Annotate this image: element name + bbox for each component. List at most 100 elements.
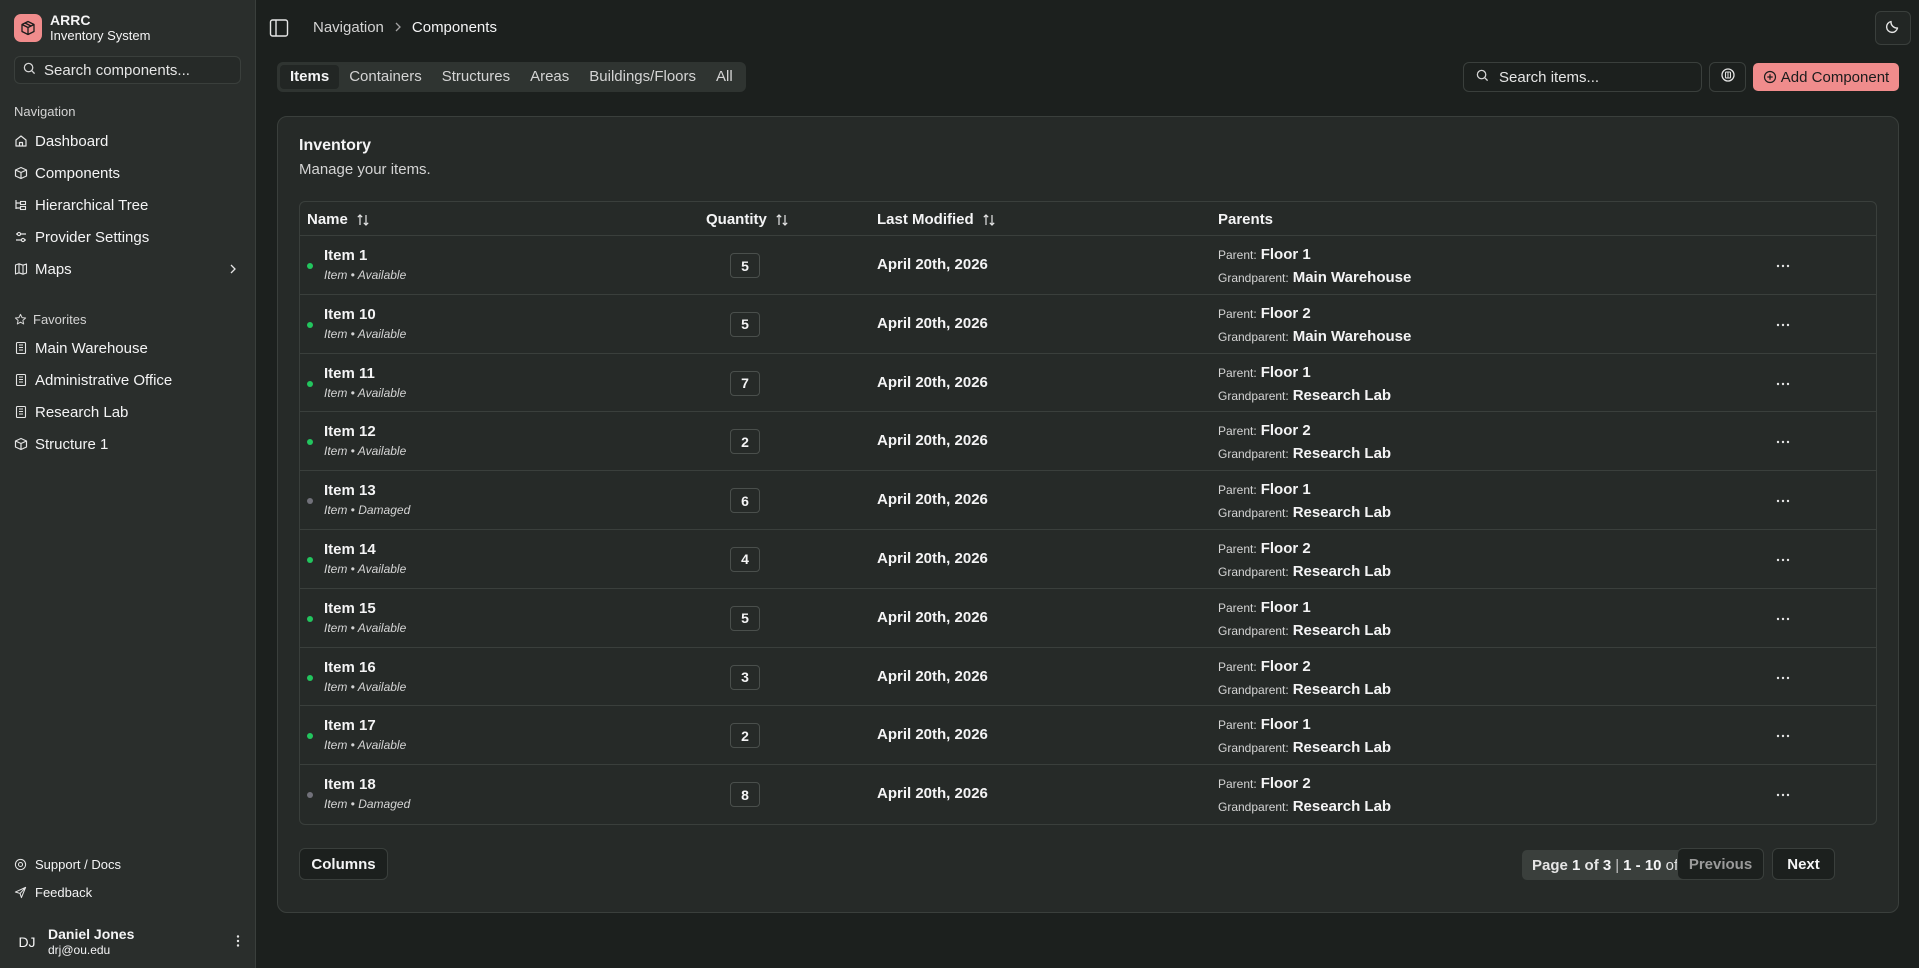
grandparent-value[interactable]: Research Lab	[1293, 504, 1391, 521]
favorite-item-main-warehouse[interactable]: Main Warehouse	[0, 332, 256, 364]
item-name[interactable]: Item 10	[324, 306, 376, 323]
parent-value[interactable]: Floor 2	[1261, 775, 1311, 792]
parent-value[interactable]: Floor 2	[1261, 658, 1311, 675]
favorite-item-administrative-office[interactable]: Administrative Office	[0, 364, 256, 396]
parent-value[interactable]: Floor 1	[1261, 716, 1311, 733]
sidebar-item-components[interactable]: Components	[0, 157, 256, 189]
sidebar-toggle-icon[interactable]	[269, 18, 289, 38]
table-row[interactable]: Item 13 Item • Damaged 6 April 20th, 202…	[300, 471, 1876, 530]
table-row[interactable]: Item 17 Item • Available 2 April 20th, 2…	[300, 706, 1876, 766]
grandparent-value[interactable]: Research Lab	[1293, 563, 1391, 580]
more-horizontal-icon[interactable]	[1773, 668, 1793, 688]
item-name[interactable]: Item 12	[324, 423, 376, 440]
grandparent-value[interactable]: Research Lab	[1293, 622, 1391, 639]
brand[interactable]: ARRC Inventory System	[14, 12, 150, 44]
parent-info: Parent: Floor 2	[1218, 657, 1311, 677]
column-quantity-header[interactable]: Quantity	[706, 211, 789, 228]
feedback-link[interactable]: Feedback	[0, 878, 256, 906]
columns-button[interactable]: Columns	[299, 848, 388, 880]
item-name[interactable]: Item 17	[324, 717, 376, 734]
sliders-icon	[14, 230, 28, 244]
items-search-input[interactable]	[1499, 68, 1689, 86]
item-name[interactable]: Item 16	[324, 659, 376, 676]
item-type: Item	[324, 797, 348, 812]
more-horizontal-icon[interactable]	[1773, 432, 1793, 452]
grandparent-value[interactable]: Research Lab	[1293, 445, 1391, 462]
table-row[interactable]: Item 10 Item • Available 5 April 20th, 2…	[300, 295, 1876, 354]
inventory-table: Name Quantity Last Modified Parents Item…	[299, 201, 1877, 825]
page-total: 3	[1602, 856, 1612, 874]
more-horizontal-icon[interactable]	[1773, 609, 1793, 629]
item-name[interactable]: Item 1	[324, 247, 367, 264]
sidebar-item-maps[interactable]: Maps	[0, 253, 256, 285]
grandparent-value[interactable]: Research Lab	[1293, 798, 1391, 815]
last-modified: April 20th, 2026	[877, 491, 988, 509]
breadcrumb-navigation[interactable]: Navigation	[313, 19, 384, 36]
parent-value[interactable]: Floor 2	[1261, 540, 1311, 557]
inventory-card: Inventory Manage your items. Name Quanti…	[277, 116, 1899, 913]
table-row[interactable]: Item 16 Item • Available 3 April 20th, 2…	[300, 648, 1876, 707]
more-horizontal-icon[interactable]	[1773, 256, 1793, 276]
grandparent-value[interactable]: Research Lab	[1293, 739, 1391, 756]
parent-value[interactable]: Floor 1	[1261, 599, 1311, 616]
table-row[interactable]: Item 15 Item • Available 5 April 20th, 2…	[300, 589, 1876, 648]
next-button[interactable]: Next	[1772, 848, 1835, 880]
table-row[interactable]: Item 12 Item • Available 2 April 20th, 2…	[300, 412, 1876, 472]
page-prefix: Page	[1532, 856, 1568, 874]
grandparent-value[interactable]: Research Lab	[1293, 681, 1391, 698]
favorite-item-structure-1[interactable]: Structure 1	[0, 428, 256, 460]
add-component-button[interactable]: Add Component	[1753, 63, 1899, 91]
grandparent-info: Grandparent: Research Lab	[1218, 562, 1391, 582]
item-name[interactable]: Item 11	[324, 365, 375, 382]
brand-title: ARRC	[50, 12, 91, 28]
sidebar-item-provider-settings[interactable]: Provider Settings	[0, 221, 256, 253]
item-name[interactable]: Item 18	[324, 776, 376, 793]
send-icon	[14, 885, 28, 899]
more-horizontal-icon[interactable]	[1773, 315, 1793, 335]
more-vertical-icon[interactable]	[236, 934, 240, 952]
parent-value[interactable]: Floor 1	[1261, 481, 1311, 498]
tab-containers[interactable]: Containers	[339, 65, 432, 89]
parent-value[interactable]: Floor 1	[1261, 246, 1311, 263]
column-name-header[interactable]: Name	[307, 211, 370, 228]
grandparent-value[interactable]: Main Warehouse	[1293, 269, 1412, 286]
table-row[interactable]: Item 18 Item • Damaged 8 April 20th, 202…	[300, 765, 1876, 824]
more-horizontal-icon[interactable]	[1773, 785, 1793, 805]
item-name[interactable]: Item 13	[324, 482, 376, 499]
previous-button[interactable]: Previous	[1677, 848, 1764, 880]
parent-value[interactable]: Floor 2	[1261, 422, 1311, 439]
more-horizontal-icon[interactable]	[1773, 550, 1793, 570]
scan-button[interactable]	[1709, 62, 1746, 92]
tab-buildings-floors[interactable]: Buildings/Floors	[579, 65, 706, 89]
parent-value[interactable]: Floor 1	[1261, 364, 1311, 381]
more-horizontal-icon[interactable]	[1773, 374, 1793, 394]
favorite-item-research-lab[interactable]: Research Lab	[0, 396, 256, 428]
theme-toggle-button[interactable]	[1875, 11, 1911, 45]
tab-all[interactable]: All	[706, 65, 743, 89]
home-icon	[14, 134, 28, 148]
table-row[interactable]: Item 11 Item • Available 7 April 20th, 2…	[300, 354, 1876, 413]
grandparent-label: Grandparent:	[1218, 682, 1289, 697]
sidebar-item-label: Hierarchical Tree	[35, 196, 149, 214]
grandparent-value[interactable]: Research Lab	[1293, 387, 1391, 404]
last-modified: April 20th, 2026	[877, 549, 988, 567]
support-docs-link[interactable]: Support / Docs	[0, 850, 256, 878]
sidebar-search-input[interactable]	[44, 61, 234, 79]
tab-structures[interactable]: Structures	[432, 65, 520, 89]
column-modified-header[interactable]: Last Modified	[877, 211, 996, 228]
parent-value[interactable]: Floor 2	[1261, 305, 1311, 322]
more-horizontal-icon[interactable]	[1773, 726, 1793, 746]
table-header: Name Quantity Last Modified Parents	[300, 202, 1876, 236]
sidebar-item-hierarchical-tree[interactable]: Hierarchical Tree	[0, 189, 256, 221]
table-row[interactable]: Item 1 Item • Available 5 April 20th, 20…	[300, 236, 1876, 295]
column-name-label: Name	[307, 211, 348, 228]
sidebar-item-dashboard[interactable]: Dashboard	[0, 125, 256, 157]
item-name[interactable]: Item 15	[324, 600, 376, 617]
grandparent-value[interactable]: Main Warehouse	[1293, 328, 1412, 345]
item-name[interactable]: Item 14	[324, 541, 376, 558]
table-row[interactable]: Item 14 Item • Available 4 April 20th, 2…	[300, 530, 1876, 589]
tab-areas[interactable]: Areas	[520, 65, 579, 89]
more-horizontal-icon[interactable]	[1773, 491, 1793, 511]
tab-items[interactable]: Items	[280, 65, 340, 89]
user-menu[interactable]: DJ Daniel Jones drj@ou.edu	[0, 920, 256, 964]
